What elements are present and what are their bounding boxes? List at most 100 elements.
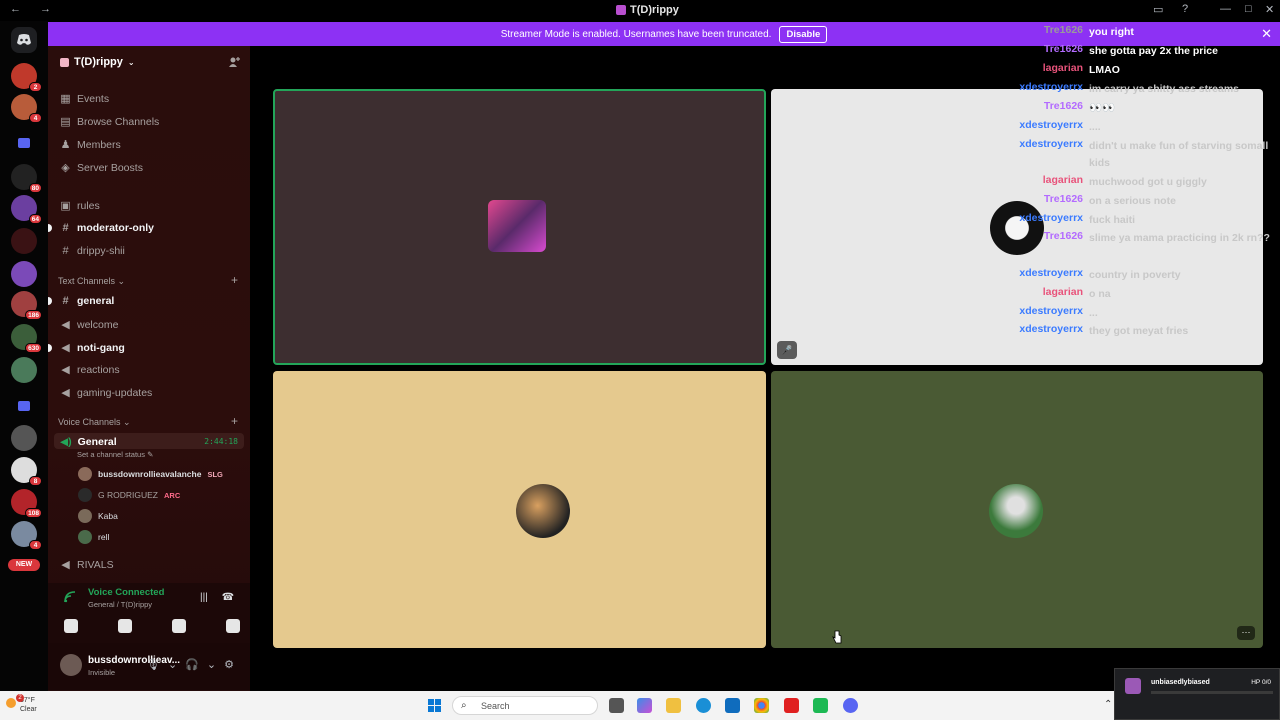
copilot-icon[interactable]: [637, 698, 652, 713]
chat-username[interactable]: Tre1626: [1044, 24, 1083, 36]
disable-button[interactable]: Disable: [779, 25, 828, 43]
category-voice-channels[interactable]: Voice Channels ⌄: [58, 417, 131, 428]
home-button[interactable]: [11, 27, 37, 53]
app-icon[interactable]: [813, 698, 828, 713]
server-7[interactable]: 186: [11, 291, 42, 320]
window-close-icon[interactable]: ✕: [1265, 3, 1274, 16]
mail-icon[interactable]: [725, 698, 740, 713]
disconnect-icon[interactable]: ☎: [222, 592, 234, 603]
voice-member[interactable]: bussdownrollieavalanche SLG: [78, 467, 223, 481]
weather-widget[interactable]: 2 57°F Clear: [6, 694, 37, 714]
task-view-icon[interactable]: [609, 698, 624, 713]
chat-username[interactable]: lagarian: [1043, 286, 1083, 298]
chrome-icon[interactable]: [754, 698, 769, 713]
participant-tile[interactable]: [273, 371, 766, 648]
server-5[interactable]: [11, 228, 37, 254]
discord-taskbar-icon[interactable]: [843, 698, 858, 713]
soundboard-icon[interactable]: [226, 619, 240, 633]
channel-reactions[interactable]: ◀ reactions: [60, 363, 119, 377]
camera-off-icon[interactable]: [64, 619, 78, 633]
chat-username[interactable]: xdestroyerrx: [1019, 212, 1083, 224]
folder-icon[interactable]: [18, 138, 30, 148]
maximize-icon[interactable]: □: [1245, 3, 1252, 15]
channel-drippy-shii[interactable]: # drippy-shii: [60, 245, 124, 257]
new-badge[interactable]: NEW: [8, 559, 40, 571]
server-12[interactable]: 108: [11, 489, 42, 518]
server-10[interactable]: [11, 425, 37, 451]
server-9[interactable]: [11, 357, 37, 383]
channel-moderator-only[interactable]: # moderator-only: [48, 222, 154, 234]
nav-arrows[interactable]: ← →: [10, 3, 59, 15]
server-1[interactable]: 2: [11, 63, 42, 92]
participant-tile[interactable]: ···: [771, 371, 1263, 648]
chat-username[interactable]: Tre1626: [1044, 43, 1083, 55]
chevron-down-icon[interactable]: ⌄: [207, 658, 216, 671]
settings-gear-icon[interactable]: ⚙: [224, 658, 234, 671]
file-explorer-icon[interactable]: [666, 698, 681, 713]
channel-welcome[interactable]: ◀ welcome: [60, 318, 118, 332]
members-item[interactable]: ♟ Members: [60, 138, 121, 152]
screen-share-icon[interactable]: [118, 619, 132, 633]
browse-channels-item[interactable]: ▤ Browse Channels: [60, 115, 159, 129]
chat-username[interactable]: Tre1626: [1044, 193, 1083, 205]
participant-tile-speaking[interactable]: [273, 89, 766, 365]
chat-username[interactable]: xdestroyerrx: [1019, 305, 1083, 317]
microphone-icon[interactable]: 🎙: [146, 658, 160, 671]
voice-member[interactable]: G RODRIGUEZ ARC: [78, 488, 180, 502]
server-4[interactable]: 64: [11, 195, 42, 224]
member-tag: ARC: [163, 490, 181, 500]
chat-username[interactable]: xdestroyerrx: [1019, 119, 1083, 131]
server-13[interactable]: 4: [11, 521, 42, 550]
voice-channel-rivals[interactable]: ◀ RIVALS: [60, 558, 113, 572]
chevron-down-icon[interactable]: ⌄: [168, 658, 177, 671]
noise-suppression-icon[interactable]: |||: [200, 592, 208, 603]
category-text-channels[interactable]: Text Channels ⌄: [58, 276, 125, 287]
chat-username[interactable]: Tre1626: [1044, 100, 1083, 112]
channel-noti-gang[interactable]: ◀ noti-gang: [48, 341, 125, 354]
chat-username[interactable]: xdestroyerrx: [1019, 81, 1083, 93]
server-11[interactable]: 8: [11, 457, 42, 486]
channel-gaming-updates[interactable]: ◀ gaming-updates: [60, 386, 152, 400]
server-2[interactable]: 4: [11, 94, 42, 123]
chat-username[interactable]: xdestroyerrx: [1019, 138, 1083, 150]
chat-username[interactable]: lagarian: [1043, 174, 1083, 186]
more-options-icon[interactable]: ···: [1237, 626, 1255, 640]
channel-status[interactable]: Set a channel status ✎: [77, 450, 153, 459]
server-6[interactable]: [11, 261, 37, 287]
folder-icon[interactable]: [18, 401, 30, 411]
channel-rules[interactable]: ▣ rules: [60, 199, 99, 213]
server-rail: 2 4 80 64 186 630 8 108 4 NEW: [0, 21, 48, 691]
add-voice-channel-icon[interactable]: +: [231, 414, 238, 428]
chat-text: they got meyat fries: [1089, 325, 1189, 337]
chat-username[interactable]: lagarian: [1043, 62, 1083, 74]
server-name: T(D)rippy: [74, 56, 123, 68]
server-8[interactable]: 630: [11, 324, 42, 353]
server-boosts-item[interactable]: ◈ Server Boosts: [60, 161, 143, 175]
headphones-icon[interactable]: 🎧: [185, 658, 199, 671]
youtube-icon[interactable]: [784, 698, 799, 713]
add-channel-icon[interactable]: +: [231, 273, 238, 287]
windows-start-icon[interactable]: [428, 699, 442, 713]
minimize-icon[interactable]: —: [1220, 3, 1231, 15]
invite-icon[interactable]: [228, 56, 240, 68]
server-header[interactable]: T(D)rippy ⌄: [60, 56, 135, 68]
signal-icon[interactable]: [64, 591, 76, 603]
server-3[interactable]: 80: [11, 164, 42, 193]
voice-connected-label: Voice Connected: [88, 587, 165, 598]
tray-chevron-icon[interactable]: ⌃: [1104, 699, 1112, 710]
voice-connected-sub[interactable]: General / T(D)rippy: [88, 600, 152, 609]
chat-username[interactable]: Tre1626: [1044, 230, 1083, 242]
activities-icon[interactable]: [172, 619, 186, 633]
voice-member[interactable]: Kaba: [78, 509, 118, 523]
taskbar-search[interactable]: ⌕ Search: [452, 696, 598, 715]
chat-username[interactable]: xdestroyerrx: [1019, 323, 1083, 335]
edge-icon[interactable]: [696, 698, 711, 713]
voice-member[interactable]: rell: [78, 530, 109, 544]
avatar[interactable]: [60, 654, 82, 676]
channel-general[interactable]: # general: [48, 295, 114, 307]
chat-username[interactable]: xdestroyerrx: [1019, 267, 1083, 279]
voice-channel-general[interactable]: ◀) General: [60, 436, 117, 448]
inbox-icon[interactable]: ▭: [1153, 3, 1163, 16]
help-icon[interactable]: ?: [1182, 3, 1188, 15]
events-item[interactable]: ▦ Events: [60, 92, 109, 106]
